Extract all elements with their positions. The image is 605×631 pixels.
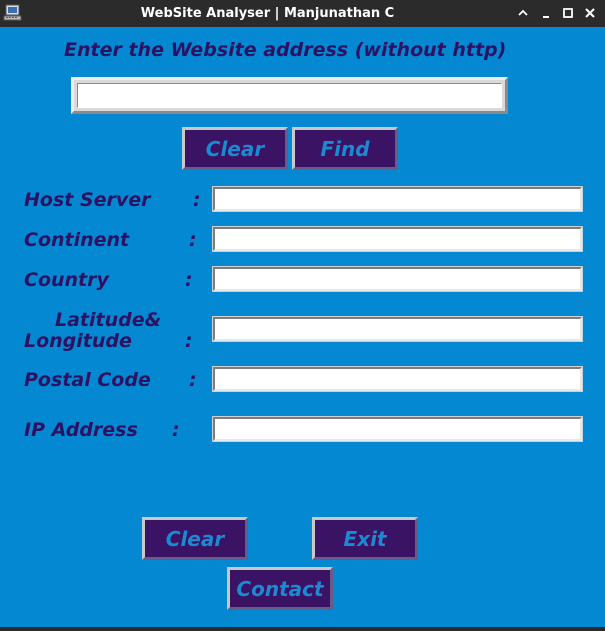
ip-address-field[interactable] xyxy=(212,416,583,442)
app-window: WebSite Analyser | Manjunathan C Enter t… xyxy=(0,0,605,631)
find-button[interactable]: Find xyxy=(292,127,398,170)
website-url-input-field[interactable] xyxy=(77,83,502,108)
continent-field[interactable] xyxy=(212,226,583,252)
clear-all-button[interactable]: Clear xyxy=(142,517,248,560)
exit-button[interactable]: Exit xyxy=(312,517,418,560)
window-bottom-border xyxy=(0,627,605,631)
title-bar[interactable]: WebSite Analyser | Manjunathan C xyxy=(0,0,605,27)
window-title: WebSite Analyser | Manjunathan C xyxy=(140,6,395,21)
close-icon[interactable] xyxy=(580,3,600,23)
find-button-label: Find xyxy=(320,136,370,161)
minimize-icon[interactable] xyxy=(536,3,556,23)
ip-address-label: IP Address xyxy=(24,419,138,441)
clear-all-button-label: Clear xyxy=(165,526,225,551)
exit-button-label: Exit xyxy=(343,526,387,551)
host-server-label: Host Server xyxy=(24,189,151,211)
country-label: Country xyxy=(24,269,109,291)
host-server-colon: : xyxy=(193,189,201,211)
maximize-icon[interactable] xyxy=(558,3,578,23)
latlong-field[interactable] xyxy=(212,316,583,342)
longitude-label: Longitude xyxy=(24,330,132,352)
host-server-field[interactable] xyxy=(212,186,583,212)
postal-code-field[interactable] xyxy=(212,366,583,392)
continent-colon: : xyxy=(189,229,197,251)
clear-url-button-label: Clear xyxy=(205,136,265,161)
website-url-input[interactable] xyxy=(71,77,508,114)
country-field[interactable] xyxy=(212,266,583,292)
postal-code-colon: : xyxy=(189,369,197,391)
latitude-label: Latitude& xyxy=(55,309,162,331)
contact-button[interactable]: Contact xyxy=(227,567,333,610)
country-colon: : xyxy=(185,269,193,291)
chevron-up-icon[interactable] xyxy=(513,3,533,23)
page-heading: Enter the Website address (without http) xyxy=(64,39,507,61)
latlong-colon: : xyxy=(185,330,193,352)
contact-button-label: Contact xyxy=(236,576,324,601)
continent-label: Continent xyxy=(24,229,130,251)
ip-address-colon: : xyxy=(172,419,180,441)
postal-code-label: Postal Code xyxy=(24,369,151,391)
clear-url-button[interactable]: Clear xyxy=(182,127,288,170)
